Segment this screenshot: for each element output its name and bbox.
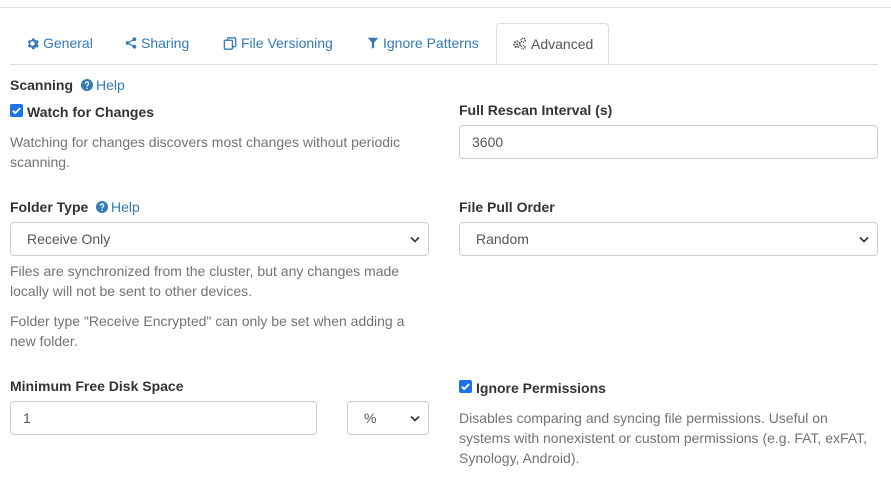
rescan-interval-input[interactable]: 3600	[459, 125, 878, 159]
scanning-title: Scanning	[10, 77, 74, 93]
folder-type-label: Folder Type	[10, 199, 89, 215]
tab-file-versioning[interactable]: File Versioning	[223, 23, 333, 63]
chevron-down-icon	[859, 236, 869, 243]
gears-icon	[512, 37, 527, 50]
question-circle-icon	[81, 79, 93, 91]
top-divider	[0, 0, 891, 8]
tab-general-label: General	[43, 35, 93, 51]
scanning-help-label: Help	[96, 77, 125, 93]
min-disk-input[interactable]: 1	[10, 401, 317, 435]
folder-type-value: Receive Only	[27, 231, 111, 247]
ignore-permissions-hint: Disables comparing and syncing file perm…	[459, 410, 867, 466]
tab-advanced[interactable]: Advanced	[496, 23, 610, 64]
rescan-interval-label: Full Rescan Interval (s)	[459, 102, 613, 118]
tab-sharing-label: Sharing	[141, 35, 190, 51]
min-disk-unit-select[interactable]: %	[347, 401, 429, 435]
receive-encrypted-hint: Folder type "Receive Encrypted" can only…	[10, 313, 405, 349]
tab-ignore-patterns-label: Ignore Patterns	[383, 35, 479, 51]
tab-advanced-label: Advanced	[531, 35, 594, 52]
watch-for-changes-hint: Watching for changes discovers most chan…	[10, 134, 401, 170]
tab-file-versioning-label: File Versioning	[241, 35, 333, 51]
pull-order-label: File Pull Order	[459, 199, 555, 215]
chevron-down-icon	[410, 415, 420, 422]
pull-order-value: Random	[476, 231, 529, 247]
folder-type-help-link[interactable]: Help	[96, 199, 140, 215]
pull-order-select[interactable]: Random	[459, 222, 878, 256]
ignore-permissions-label: Ignore Permissions	[476, 380, 606, 396]
min-disk-unit-value: %	[364, 410, 377, 426]
min-disk-label: Minimum Free Disk Space	[10, 378, 184, 394]
folder-type-help-label: Help	[111, 199, 140, 215]
tab-general[interactable]: General	[26, 23, 93, 63]
filter-icon	[367, 37, 379, 49]
watch-for-changes-checkbox[interactable]	[10, 104, 23, 117]
share-icon	[125, 37, 137, 49]
question-circle-icon	[96, 201, 108, 213]
scanning-help-link[interactable]: Help	[81, 77, 125, 93]
tab-ignore-patterns[interactable]: Ignore Patterns	[367, 23, 479, 63]
copy-icon	[223, 36, 237, 50]
tab-sharing[interactable]: Sharing	[125, 23, 189, 63]
watch-for-changes-label: Watch for Changes	[27, 104, 155, 120]
checkmark-icon	[12, 107, 21, 115]
chevron-down-icon	[410, 236, 420, 243]
gear-icon	[26, 37, 39, 50]
checkmark-icon	[461, 383, 470, 391]
ignore-permissions-checkbox[interactable]	[459, 380, 472, 393]
folder-type-hint: Files are synchronized from the cluster,…	[10, 263, 400, 299]
folder-type-select[interactable]: Receive Only	[10, 222, 429, 256]
folder-settings-tabs: General Sharing File Versioning Ignore P…	[10, 23, 878, 65]
